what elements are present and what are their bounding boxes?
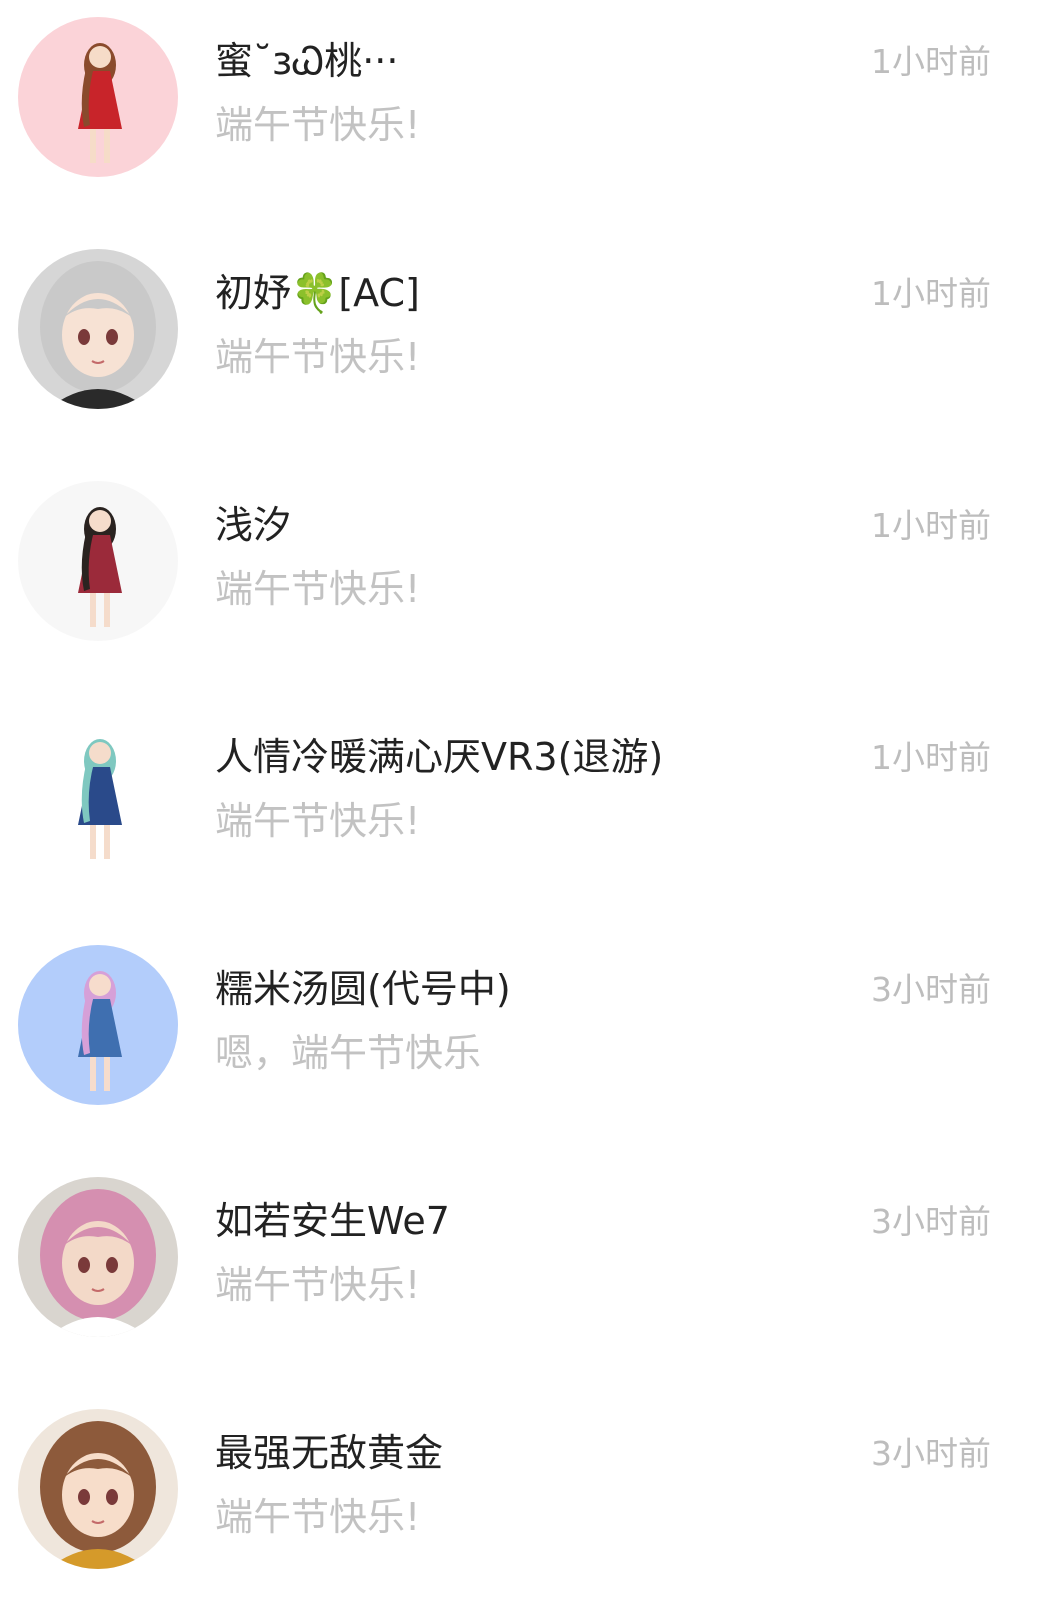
last-message-preview: 嗯，端午节快乐 [215, 1031, 482, 1075]
last-message-preview: 端午节快乐! [215, 567, 421, 611]
avatar[interactable] [18, 945, 178, 1105]
message-timestamp: 3小时前 [871, 970, 991, 1009]
message-timestamp: 1小时前 [871, 42, 991, 81]
avatar[interactable] [18, 713, 178, 873]
last-message-preview: 端午节快乐! [215, 1495, 421, 1539]
avatar[interactable] [18, 481, 178, 641]
contact-name: 人情冷暖满心厌VR3(退游) [215, 735, 664, 779]
avatar-girl-pink-hair-blue-background [18, 945, 178, 1105]
contact-name: 糯米汤圆(代号中) [215, 967, 511, 1011]
last-message-preview: 端午节快乐! [215, 1263, 421, 1307]
message-timestamp: 1小时前 [871, 506, 991, 545]
conversation-item[interactable]: 浅汐端午节快乐! 1小时前 [0, 464, 1049, 696]
avatar-girl-teal-hair-blue-dress [18, 713, 178, 873]
contact-name: 最强无敌黄金 [215, 1431, 444, 1475]
last-message-preview: 端午节快乐! [215, 335, 421, 379]
avatar-girl-silver-hair [18, 249, 178, 409]
message-timestamp: 1小时前 [871, 738, 991, 777]
avatar-girl-pink-braids [18, 1177, 178, 1337]
contact-name: 蜜˘ɜᏇ桃··· [215, 39, 399, 83]
message-timestamp: 3小时前 [871, 1202, 991, 1241]
avatar-girl-brown-hair-pharaoh [18, 1409, 178, 1569]
contact-name: 初妤🍀[AC] [215, 271, 420, 315]
conversation-item[interactable]: 糯米汤圆(代号中) 嗯，端午节快乐 3小时前 [0, 928, 1049, 1160]
conversation-item[interactable]: 初妤🍀[AC] 端午节快乐! 1小时前 [0, 232, 1049, 464]
conversation-item[interactable]: 如若安生We7 端午节快乐! 3小时前 [0, 1160, 1049, 1392]
message-timestamp: 1小时前 [871, 274, 991, 313]
avatar-girl-white-top-red-skirt [18, 481, 178, 641]
last-message-preview: 端午节快乐! [215, 799, 421, 843]
avatar[interactable] [18, 17, 178, 177]
conversation-item[interactable]: 蜜˘ɜᏇ桃··· 端午节快乐! 1小时前 [0, 0, 1049, 232]
last-message-preview: 端午节快乐! [215, 103, 421, 147]
avatar[interactable] [18, 1177, 178, 1337]
conversation-list: 蜜˘ɜᏇ桃··· 端午节快乐! 1小时前 初妤🍀[AC] 端午节快乐! 1小时前 浅汐 端午节… [0, 0, 1049, 1582]
message-timestamp: 3小时前 [871, 1434, 991, 1473]
avatar[interactable] [18, 1409, 178, 1569]
avatar[interactable] [18, 249, 178, 409]
contact-name: 如若安生We7 [215, 1199, 450, 1243]
contact-name: 浅汐 [215, 503, 292, 547]
avatar-girl-red-dress [18, 17, 178, 177]
conversation-item[interactable]: 人情冷暖满心厌VR3(退游) 端午节快乐! 1小时前 [0, 696, 1049, 928]
conversation-item[interactable]: 最强无敌黄金 端午节快乐! 3小时前 [0, 1392, 1049, 1624]
